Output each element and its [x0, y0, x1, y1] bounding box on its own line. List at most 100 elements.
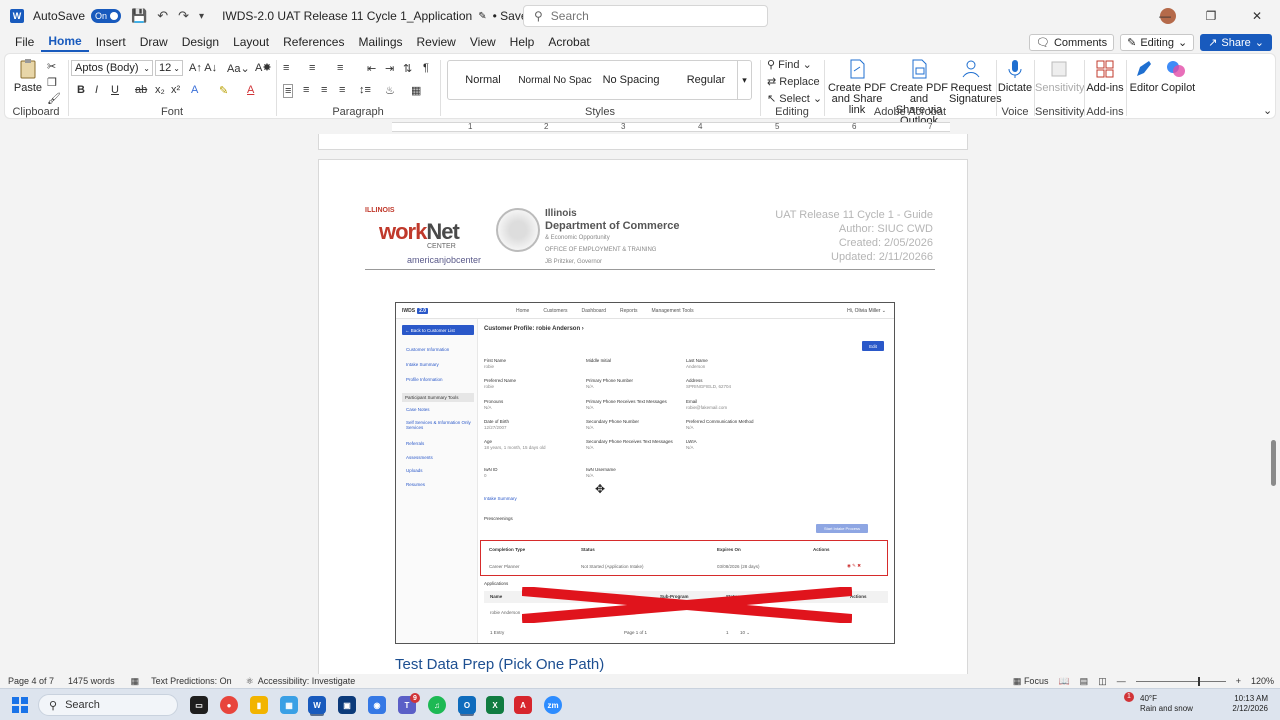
- font-name-dropdown[interactable]: Aptos (Body) ⌄: [71, 60, 153, 76]
- font-size-icon[interactable]: A↑ A↓: [189, 62, 217, 74]
- clear-formatting-icon[interactable]: A✸: [255, 61, 272, 74]
- line-spacing-icon[interactable]: ↕≡: [359, 84, 371, 96]
- customize-toolbar-icon[interactable]: ▾: [199, 11, 204, 22]
- change-case-icon[interactable]: Aa⌄: [227, 62, 250, 75]
- format-painter-icon[interactable]: 🖌: [47, 92, 61, 105]
- menu-tab-layout[interactable]: Layout: [226, 32, 276, 52]
- acrobat-icon[interactable]: A: [514, 696, 532, 714]
- menu-tab-view[interactable]: View: [463, 32, 503, 52]
- subscript-icon[interactable]: x₂: [155, 84, 165, 96]
- search-input[interactable]: [550, 9, 741, 23]
- underline-icon[interactable]: U: [111, 84, 119, 96]
- word-count[interactable]: 1475 words: [68, 676, 115, 686]
- redo-icon[interactable]: ↷: [178, 8, 189, 24]
- zoom-level[interactable]: 120%: [1251, 676, 1274, 686]
- font-color-icon[interactable]: A: [247, 84, 254, 96]
- menu-tab-insert[interactable]: Insert: [89, 32, 133, 52]
- file-explorer-icon[interactable]: ▮: [250, 696, 268, 714]
- read-mode-icon[interactable]: 📖: [1058, 676, 1069, 687]
- windows-start-icon[interactable]: [12, 697, 28, 713]
- select-button[interactable]: ↖ Select ⌄: [767, 92, 822, 105]
- chat-icon[interactable]: ◉: [368, 696, 386, 714]
- highlight-icon[interactable]: ✎: [219, 84, 228, 97]
- italic-icon[interactable]: I: [95, 84, 98, 96]
- menu-tab-help[interactable]: Help: [503, 32, 542, 52]
- document-page[interactable]: ILLINOIS workNet CENTER americanjobcente…: [318, 159, 968, 674]
- show-marks-icon[interactable]: ¶: [423, 62, 429, 74]
- document-canvas[interactable]: ILLINOIS workNet CENTER americanjobcente…: [0, 134, 1268, 674]
- shading-icon[interactable]: ♨: [385, 84, 395, 97]
- store-icon[interactable]: ▦: [280, 696, 298, 714]
- task-view-icon[interactable]: ▭: [190, 696, 208, 714]
- teams-classic-icon[interactable]: ▣: [338, 696, 356, 714]
- system-clock[interactable]: 10:13 AM 2/12/2026: [1208, 694, 1268, 714]
- replace-button[interactable]: ⇄ Replace: [767, 75, 820, 88]
- minimize-icon[interactable]: —: [1142, 0, 1188, 32]
- sensitivity-button[interactable]: Sensitivity: [1035, 58, 1085, 94]
- proofing-icon[interactable]: ▦: [131, 676, 140, 687]
- paste-button[interactable]: Paste: [13, 58, 43, 94]
- save-icon[interactable]: 💾: [131, 8, 147, 24]
- web-layout-icon[interactable]: ◫: [1098, 676, 1107, 687]
- align-center-icon[interactable]: ≡: [303, 84, 309, 96]
- focus-button[interactable]: ▦ Focus: [1013, 676, 1049, 687]
- menu-tab-mailings[interactable]: Mailings: [351, 32, 409, 52]
- bullets-icon[interactable]: ≡: [283, 62, 289, 74]
- search-box[interactable]: ⚲: [523, 5, 768, 27]
- text-predictions[interactable]: Text Predictions: On: [151, 676, 232, 686]
- addins-button[interactable]: Add-ins: [1085, 58, 1125, 94]
- menu-tab-home[interactable]: Home: [41, 32, 89, 52]
- taskbar-search[interactable]: ⚲ Search: [38, 694, 178, 716]
- outlook-icon[interactable]: O: [458, 696, 476, 714]
- weather-widget[interactable]: 1 40°F Rain and snow: [1124, 692, 1193, 714]
- zoom-out-icon[interactable]: —: [1117, 676, 1126, 686]
- comments-button[interactable]: 🗨 Comments: [1028, 34, 1115, 51]
- restore-icon[interactable]: ❐: [1188, 0, 1234, 32]
- horizontal-ruler[interactable]: 1 2 3 4 5 6 7: [0, 120, 1280, 134]
- bold-icon[interactable]: B: [77, 84, 85, 96]
- menu-tab-file[interactable]: File: [8, 32, 41, 52]
- menu-tab-draw[interactable]: Draw: [133, 32, 175, 52]
- font-size-dropdown[interactable]: 12 ⌄: [155, 60, 183, 76]
- section-heading[interactable]: Test Data Prep (Pick One Path): [395, 656, 604, 673]
- undo-icon[interactable]: ↶: [157, 8, 168, 24]
- excel-icon[interactable]: X: [486, 696, 504, 714]
- multilevel-list-icon[interactable]: ≡: [337, 62, 343, 74]
- cut-icon[interactable]: ✂: [47, 60, 56, 73]
- ribbon-collapse-icon[interactable]: ⌄: [1263, 104, 1272, 117]
- embedded-screenshot[interactable]: IWDS 2.0 Home Customers Dashboard Reports Man…: [395, 302, 895, 644]
- editing-mode-button[interactable]: ✎ Editing ⌄: [1120, 34, 1195, 51]
- zoom-in-icon[interactable]: +: [1236, 676, 1241, 686]
- sort-icon[interactable]: ⇅: [403, 62, 412, 75]
- autosave-toggle[interactable]: On: [91, 9, 122, 23]
- copy-icon[interactable]: ❐: [47, 76, 57, 89]
- numbering-icon[interactable]: ≡: [309, 62, 315, 74]
- increase-indent-icon[interactable]: ⇥: [385, 62, 394, 75]
- teams-icon[interactable]: T9: [398, 693, 420, 714]
- strikethrough-icon[interactable]: ab: [135, 84, 147, 96]
- menu-tab-acrobat[interactable]: Acrobat: [541, 32, 596, 52]
- page-count[interactable]: Page 4 of 7: [8, 676, 54, 686]
- word-taskbar-icon[interactable]: W: [308, 696, 326, 714]
- find-button[interactable]: ⚲ Find ⌄: [767, 58, 812, 71]
- justify-icon[interactable]: ≡: [339, 84, 345, 96]
- menu-tab-references[interactable]: References: [276, 32, 351, 52]
- share-button[interactable]: ↗ Share ⌄: [1200, 34, 1272, 51]
- menu-tab-review[interactable]: Review: [410, 32, 463, 52]
- chrome-icon[interactable]: ●: [220, 696, 238, 714]
- text-effects-icon[interactable]: A: [191, 84, 198, 96]
- scroll-thumb[interactable]: [1271, 440, 1276, 486]
- align-left-icon[interactable]: ≡: [283, 84, 294, 98]
- superscript-icon[interactable]: x²: [171, 84, 180, 96]
- decrease-indent-icon[interactable]: ⇤: [367, 62, 376, 75]
- accessibility-status[interactable]: ⚛ Accessibility: Investigate: [246, 676, 356, 687]
- close-icon[interactable]: ✕: [1234, 0, 1280, 32]
- dictate-button[interactable]: Dictate: [997, 58, 1033, 94]
- borders-icon[interactable]: ▦: [411, 84, 421, 97]
- copilot-button[interactable]: Copilot: [1161, 58, 1195, 94]
- document-title[interactable]: IWDS-2.0 UAT Release 11 Cycle 1_Applicat…: [222, 9, 547, 23]
- print-layout-icon[interactable]: ▤: [1080, 676, 1089, 687]
- zoom-app-icon[interactable]: zm: [544, 696, 562, 714]
- request-signatures-button[interactable]: Request Signatures: [949, 58, 1002, 105]
- zoom-slider[interactable]: [1135, 676, 1226, 686]
